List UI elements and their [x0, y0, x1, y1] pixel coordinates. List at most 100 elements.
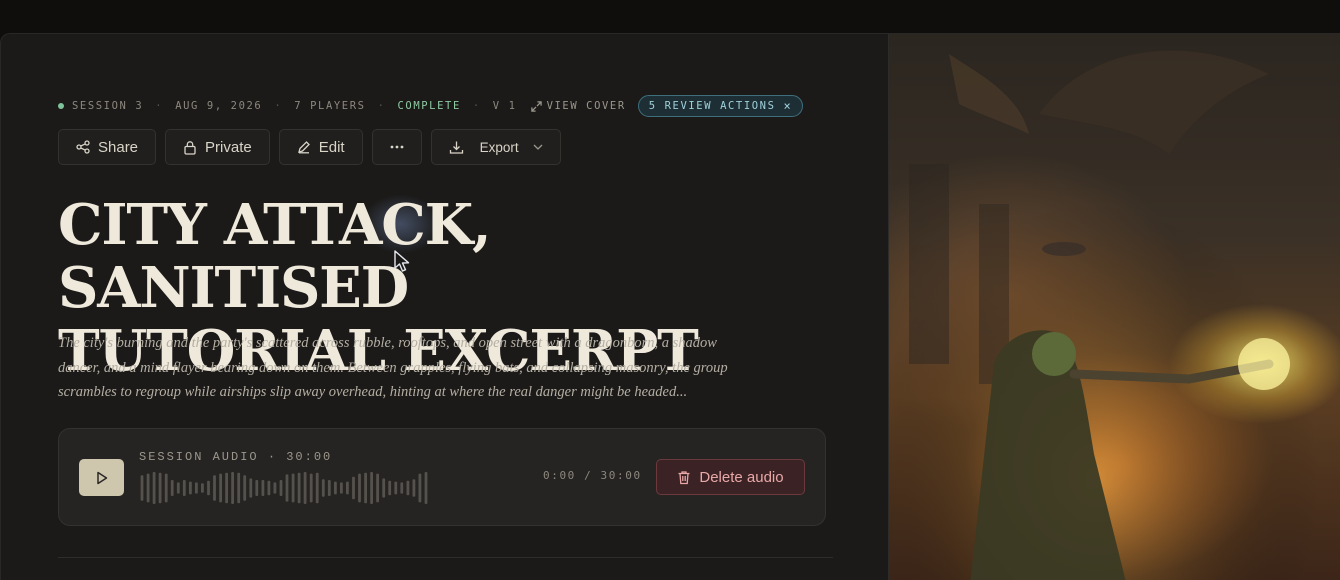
session-card: SESSION 3 · AUG 9, 2026 · 7 PLAYERS · CO…	[0, 33, 1340, 580]
waveform-bar	[376, 473, 379, 503]
cover-image	[888, 34, 1340, 580]
waveform-bar	[207, 480, 210, 496]
trash-icon	[678, 470, 690, 484]
waveform-bar	[412, 479, 416, 497]
meta-separator: ·	[377, 100, 386, 112]
share-label: Share	[98, 138, 139, 156]
chevron-down-icon	[533, 144, 543, 150]
waveform-bar	[370, 472, 373, 504]
player-count: 7 PLAYERS	[294, 100, 366, 112]
session-number: SESSION 3	[72, 100, 144, 112]
waveform-bar	[243, 475, 247, 501]
waveform-bar	[146, 473, 150, 503]
section-divider	[58, 557, 833, 558]
waveform-bar	[394, 481, 398, 495]
waveform-bar	[189, 481, 192, 495]
waveform-bar	[237, 472, 241, 504]
review-actions-label: 5 REVIEW ACTIONS	[648, 100, 776, 112]
waveform-bar	[297, 472, 301, 504]
waveform-bar	[279, 480, 283, 496]
meta-separator: ·	[155, 100, 164, 112]
status-dot	[58, 103, 64, 109]
waveform-bar	[267, 480, 271, 496]
waveform-bar	[182, 480, 186, 496]
expand-icon	[530, 100, 542, 112]
audio-waveform[interactable]	[139, 471, 429, 505]
waveform-bar	[261, 480, 265, 496]
waveform-bar	[327, 480, 331, 496]
export-label: Export	[479, 139, 519, 155]
waveform-bar	[352, 476, 355, 500]
waveform-bar	[406, 480, 410, 496]
view-cover-link[interactable]: VIEW COVER	[530, 100, 626, 112]
waveform-bar	[140, 475, 144, 501]
waveform-bar	[249, 478, 253, 498]
version-label: V 1	[492, 100, 517, 112]
private-label: Private	[205, 138, 252, 156]
waveform-bar	[231, 472, 234, 504]
waveform-bar	[176, 482, 180, 494]
waveform-bar	[388, 480, 392, 496]
waveform-bar	[164, 473, 168, 503]
lock-icon	[184, 140, 196, 155]
waveform-bar	[358, 473, 361, 503]
waveform-bar	[303, 472, 307, 504]
audio-label: SESSION AUDIO · 30:00	[139, 450, 333, 464]
waveform-bar	[285, 474, 289, 502]
title-line-1: CITY ATTACK, SANITISED	[58, 192, 492, 321]
waveform-bar	[382, 478, 386, 498]
waveform-bar	[315, 472, 319, 504]
toolbar: Share Private Edit Export	[58, 129, 561, 165]
ruined-tower-shape	[909, 164, 949, 364]
waveform-bar	[321, 479, 325, 497]
session-meta-row: SESSION 3 · AUG 9, 2026 · 7 PLAYERS · CO…	[58, 95, 804, 117]
private-button[interactable]: Private	[165, 129, 270, 165]
meta-separator: ·	[274, 100, 283, 112]
waveform-bar	[273, 482, 277, 494]
waveform-bar	[201, 483, 204, 493]
waveform-bar	[255, 480, 259, 496]
session-audio-player: SESSION AUDIO · 30:00 0:00 / 30:00 Delet…	[58, 428, 826, 526]
waveform-bar	[225, 472, 228, 504]
view-cover-label: VIEW COVER	[546, 100, 626, 112]
waveform-bar	[424, 472, 428, 504]
session-date: AUG 9, 2026	[175, 100, 263, 112]
waveform-bar	[219, 473, 222, 503]
waveform-bar	[346, 481, 349, 495]
edit-label: Edit	[318, 138, 345, 156]
delete-audio-label: Delete audio	[699, 468, 784, 486]
export-button[interactable]: Export	[430, 129, 561, 165]
audio-time: 0:00 / 30:00	[543, 469, 642, 482]
play-icon	[96, 471, 107, 484]
magic-glow	[1238, 338, 1290, 390]
pencil-icon	[297, 141, 310, 154]
sorcerer-head	[1032, 332, 1076, 376]
edit-button[interactable]: Edit	[278, 129, 363, 165]
waveform-bar	[291, 473, 295, 503]
more-icon	[390, 145, 403, 149]
waveform-bar	[213, 475, 216, 501]
cover-artwork	[889, 34, 1340, 580]
airship-shape	[1042, 242, 1086, 256]
close-icon[interactable]: ×	[784, 99, 793, 113]
mouse-cursor-icon	[394, 250, 410, 272]
waveform-bar	[334, 481, 337, 495]
waveform-bar	[170, 480, 174, 496]
review-actions-pill[interactable]: 5 REVIEW ACTIONS ×	[637, 95, 804, 117]
session-description: The city's burning and the party's scatt…	[58, 335, 728, 400]
waveform-bar	[309, 473, 313, 503]
delete-audio-button[interactable]: Delete audio	[656, 459, 805, 495]
waveform-bar	[418, 473, 422, 503]
play-button[interactable]	[79, 459, 124, 496]
share-button[interactable]: Share	[58, 129, 157, 165]
waveform-bar	[158, 472, 162, 504]
status-badge: COMPLETE	[397, 100, 461, 112]
share-icon	[76, 140, 90, 154]
waveform-bar	[364, 472, 367, 504]
waveform-bar	[152, 472, 156, 504]
session-details-panel: SESSION 3 · AUG 9, 2026 · 7 PLAYERS · CO…	[1, 34, 888, 580]
download-icon	[449, 141, 463, 154]
meta-separator: ·	[472, 100, 481, 112]
waveform-bar	[400, 482, 404, 494]
more-options-button[interactable]	[371, 129, 422, 165]
